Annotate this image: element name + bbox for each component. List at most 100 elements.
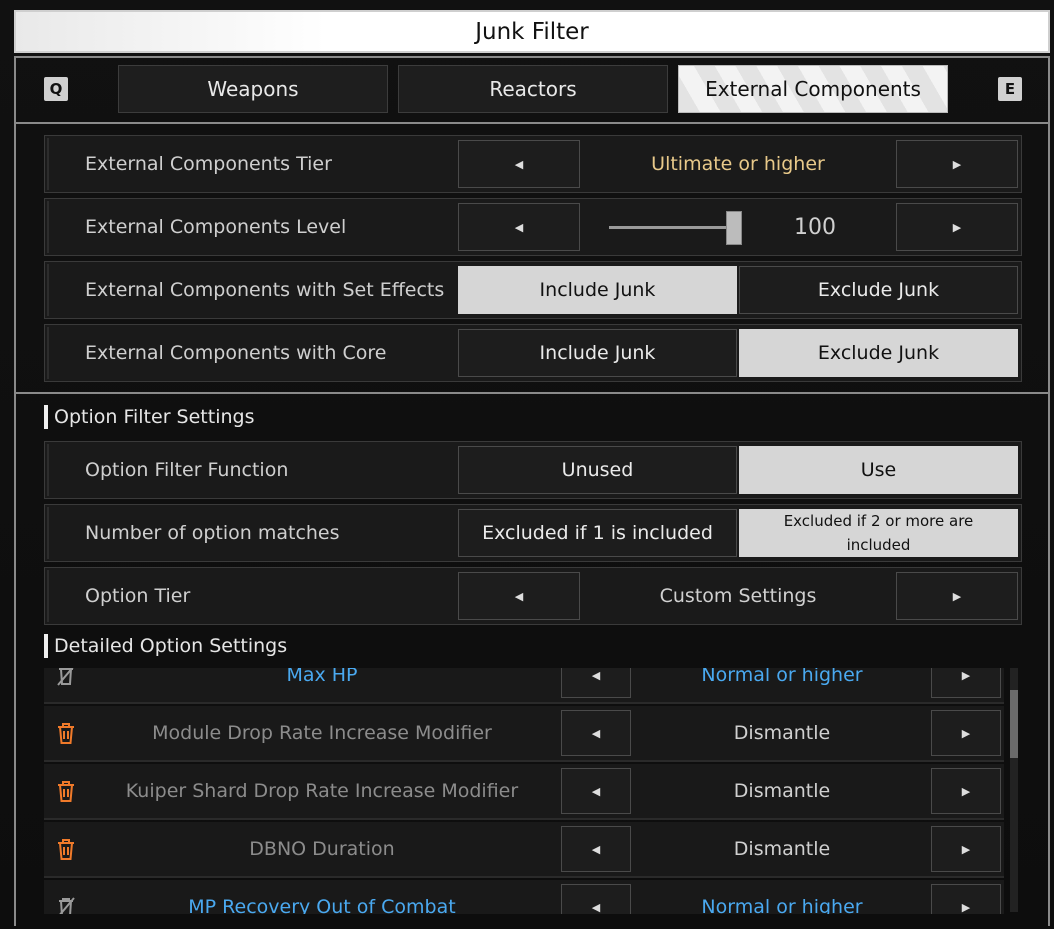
level-prev-button[interactable]: ◀ [458, 203, 580, 251]
core-exclude-button[interactable]: Exclude Junk [739, 329, 1018, 377]
option-prev-button[interactable]: ◀ [561, 768, 631, 814]
frame-right [1048, 56, 1050, 926]
setting-row-level: External Components Level ◀ 100 ▶ [44, 198, 1022, 256]
option-name: Max HP [286, 668, 358, 686]
tier-value: Ultimate or higher [651, 153, 825, 175]
option-prev-button[interactable]: ◀ [561, 826, 631, 872]
option-value: Normal or higher [701, 896, 863, 914]
tab-reactors[interactable]: Reactors [398, 65, 668, 113]
arrow-left-icon: ◀ [514, 157, 524, 171]
option-tier-next-button[interactable]: ▶ [896, 572, 1018, 620]
option-next-button[interactable]: ▶ [931, 668, 1001, 698]
frame-left [14, 56, 16, 926]
arrow-left-icon: ◀ [591, 784, 601, 798]
list-item[interactable]: MP Recovery Out of Combat ◀ Normal or hi… [44, 880, 1004, 914]
option-filter-use-button[interactable]: Use [739, 446, 1018, 494]
trash-icon[interactable] [56, 722, 76, 744]
core-include-button[interactable]: Include Junk [458, 329, 737, 377]
arrow-right-icon: ▶ [961, 784, 971, 798]
arrow-right-icon: ▶ [961, 842, 971, 856]
detailed-option-list: Max HP ◀ Normal or higher ▶ Module Drop … [44, 668, 1022, 914]
setting-row-option-matches: Number of option matches Excluded if 1 i… [44, 504, 1022, 562]
divider-tabs [14, 122, 1050, 124]
option-next-button[interactable]: ▶ [931, 884, 1001, 914]
option-name: Kuiper Shard Drop Rate Increase Modifier [125, 780, 519, 802]
next-tab-key[interactable]: E [998, 77, 1022, 101]
setting-label: External Components with Core [85, 342, 387, 364]
tier-prev-button[interactable]: ◀ [458, 140, 580, 188]
option-prev-button[interactable]: ◀ [561, 710, 631, 756]
setting-row-core: External Components with Core Include Ju… [44, 324, 1022, 382]
section-title-text: Option Filter Settings [54, 406, 255, 428]
setting-row-tier: External Components Tier ◀ Ultimate or h… [44, 135, 1022, 193]
option-filter-unused-button[interactable]: Unused [458, 446, 737, 494]
divider-settings [14, 392, 1050, 394]
setting-row-option-tier: Option Tier ◀ Custom Settings ▶ [44, 567, 1022, 625]
option-value: Dismantle [733, 780, 831, 802]
trash-disabled-icon[interactable] [56, 896, 76, 914]
arrow-right-icon: ▶ [961, 668, 971, 682]
setting-label: Number of option matches [85, 522, 340, 544]
setting-row-option-filter-function: Option Filter Function Unused Use [44, 441, 1022, 499]
matches-two-or-more-button[interactable]: Excluded if 2 or more are included [739, 509, 1018, 557]
setting-label: External Components Level [85, 216, 347, 238]
option-tier-value: Custom Settings [659, 585, 817, 607]
option-next-button[interactable]: ▶ [931, 710, 1001, 756]
section-title-text: Detailed Option Settings [54, 635, 288, 657]
window-title: Junk Filter [475, 18, 589, 45]
setting-label: Option Filter Function [85, 459, 289, 481]
junk-filter-panel: Junk Filter Q Weapons Reactors External … [0, 0, 1054, 929]
arrow-right-icon: ▶ [952, 589, 962, 603]
level-slider-track[interactable] [609, 226, 734, 229]
tier-next-button[interactable]: ▶ [896, 140, 1018, 188]
arrow-right-icon: ▶ [961, 900, 971, 914]
matches-one-button[interactable]: Excluded if 1 is included [458, 509, 737, 557]
setting-label: External Components with Set Effects [85, 279, 445, 301]
arrow-right-icon: ▶ [952, 220, 962, 234]
arrow-left-icon: ◀ [591, 668, 601, 682]
level-next-button[interactable]: ▶ [896, 203, 1018, 251]
option-filter-section-title: Option Filter Settings [44, 405, 254, 429]
list-item[interactable]: Module Drop Rate Increase Modifier ◀ Dis… [44, 706, 1004, 762]
set-effects-exclude-button[interactable]: Exclude Junk [739, 266, 1018, 314]
trash-icon[interactable] [56, 838, 76, 860]
list-item[interactable]: Max HP ◀ Normal or higher ▶ [44, 668, 1004, 704]
option-prev-button[interactable]: ◀ [561, 668, 631, 698]
option-name: MP Recovery Out of Combat [188, 896, 456, 914]
arrow-right-icon: ▶ [952, 157, 962, 171]
option-next-button[interactable]: ▶ [931, 768, 1001, 814]
section-marker [44, 405, 48, 429]
option-value: Dismantle [733, 722, 831, 744]
arrow-left-icon: ◀ [591, 842, 601, 856]
option-next-button[interactable]: ▶ [931, 826, 1001, 872]
level-value: 100 [794, 214, 836, 240]
option-name: DBNO Duration [249, 838, 395, 860]
set-effects-include-button[interactable]: Include Junk [458, 266, 737, 314]
arrow-right-icon: ▶ [961, 726, 971, 740]
trash-icon[interactable] [56, 780, 76, 802]
tab-external-components[interactable]: External Components [678, 65, 948, 113]
trash-disabled-icon[interactable] [56, 668, 76, 686]
detailed-section-title: Detailed Option Settings [44, 634, 287, 658]
list-scrollbar-thumb[interactable] [1010, 690, 1018, 758]
arrow-left-icon: ◀ [591, 900, 601, 914]
level-slider-thumb[interactable] [726, 211, 742, 245]
section-marker [44, 634, 48, 658]
divider-top [14, 56, 1050, 58]
list-item[interactable]: Kuiper Shard Drop Rate Increase Modifier… [44, 764, 1004, 820]
option-value: Dismantle [733, 838, 831, 860]
option-value: Normal or higher [701, 668, 863, 686]
arrow-left-icon: ◀ [514, 220, 524, 234]
option-prev-button[interactable]: ◀ [561, 884, 631, 914]
arrow-left-icon: ◀ [591, 726, 601, 740]
arrow-left-icon: ◀ [514, 589, 524, 603]
prev-tab-key[interactable]: Q [44, 77, 68, 101]
list-item[interactable]: DBNO Duration ◀ Dismantle ▶ [44, 822, 1004, 878]
setting-label: External Components Tier [85, 153, 332, 175]
setting-row-set-effects: External Components with Set Effects Inc… [44, 261, 1022, 319]
tab-weapons[interactable]: Weapons [118, 65, 388, 113]
setting-label: Option Tier [85, 585, 191, 607]
option-tier-prev-button[interactable]: ◀ [458, 572, 580, 620]
window-title-bar: Junk Filter [14, 10, 1050, 53]
option-name: Module Drop Rate Increase Modifier [152, 722, 492, 744]
